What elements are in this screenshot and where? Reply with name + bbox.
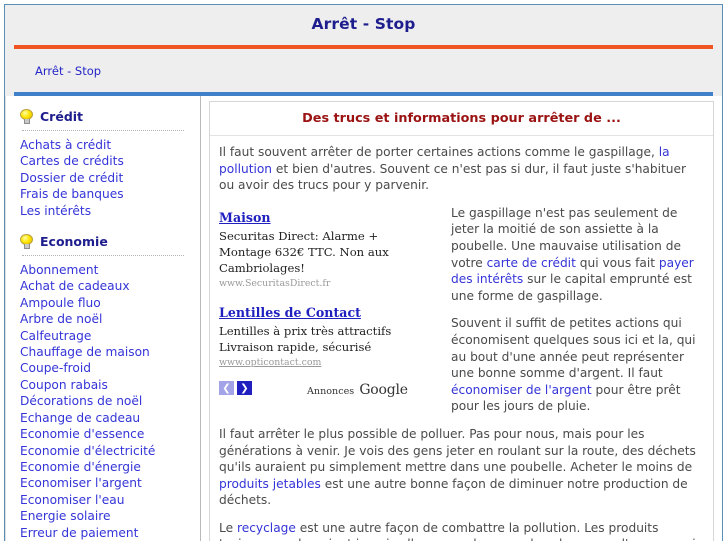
sidebar-list-credit: Achats à crédit Cartes de crédits Dossie… [6, 137, 200, 219]
sidebar-item-echange-de-cadeau[interactable]: Echange de cadeau [20, 410, 200, 426]
sidebar-item-frais-de-banques[interactable]: Frais de banques [20, 186, 200, 202]
sidebar-item-abonnement[interactable]: Abonnement [20, 262, 200, 278]
paragraph-intro: Il faut souvent arrêter de porter certai… [219, 144, 704, 194]
bottom-strip [0, 541, 727, 545]
sidebar-category-title: Economie [40, 234, 108, 250]
prev-arrow-icon[interactable]: ❮ [219, 381, 234, 396]
page-root: Arrêt - Stop Arrêt - Stop Crédit Achats … [0, 0, 727, 545]
sidebar-item-erreur-de-paiement[interactable]: Erreur de paiement [20, 525, 200, 541]
sidebar-item-economie-dessence[interactable]: Economie d'essence [20, 426, 200, 442]
list-item: Chauffage de maison [20, 344, 200, 360]
sidebar-item-economie-delectricite[interactable]: Economie d'électricité [20, 443, 200, 459]
sidebar-item-arbre-de-noel[interactable]: Arbre de noël [20, 311, 200, 327]
sidebar-item-coupon-rabais[interactable]: Coupon rabais [20, 377, 200, 393]
ad-line: Livraison rapide, sécurisé [219, 339, 372, 354]
content-card: Des trucs et informations pour arrêter d… [209, 101, 714, 545]
sidebar-category-credit: Crédit [6, 104, 200, 126]
list-item: Cartes de crédits [20, 153, 200, 169]
list-item: Dossier de crédit [20, 170, 200, 186]
text-run: et bien d'autres. Souvent ce n'est pas s… [219, 161, 687, 193]
list-item: Economie d'électricité [20, 443, 200, 459]
ad-title-maison[interactable]: Maison [219, 210, 271, 225]
sidebar: Crédit Achats à crédit Cartes de crédits… [5, 96, 201, 545]
list-item: Calfeutrage [20, 328, 200, 344]
ads-label-word-annonces: Annonces [307, 385, 355, 397]
site-title: Arrêt - Stop [311, 15, 416, 33]
text-run: Il faut arrêter le plus possible de poll… [219, 426, 696, 475]
ad-line: Securitas Direct: Alarme + [219, 228, 379, 243]
list-item: Ampoule fluo [20, 295, 200, 311]
sidebar-item-achats-a-credit[interactable]: Achats à crédit [20, 137, 200, 153]
list-item: Coupon rabais [20, 377, 200, 393]
list-item: Erreur de paiement [20, 525, 200, 541]
google-ads-block: Maison Securitas Direct: Alarme + Montag… [219, 207, 437, 398]
list-item: Les intérêts [20, 203, 200, 219]
sidebar-item-economiser-largent[interactable]: Economiser l'argent [20, 475, 200, 491]
ad-line: Cambriolages! [219, 260, 305, 275]
page-title: Des trucs et informations pour arrêter d… [210, 102, 713, 136]
site-header: Arrêt - Stop [5, 5, 722, 41]
main-content: Des trucs et informations pour arrêter d… [201, 96, 722, 545]
ad-url-securitasdirect[interactable]: www.SecuritasDirect.fr [219, 277, 437, 291]
sidebar-item-achat-de-cadeaux[interactable]: Achat de cadeaux [20, 278, 200, 294]
link-carte-de-credit[interactable]: carte de crédit [487, 256, 576, 270]
list-item: Economie d'énergie [20, 459, 200, 475]
sidebar-item-economie-denergie[interactable]: Economie d'énergie [20, 459, 200, 475]
next-arrow-icon[interactable]: ❯ [237, 381, 252, 396]
link-produits-jetables[interactable]: produits jetables [219, 477, 321, 491]
text-run: Il faut souvent arrêter de porter certai… [219, 145, 659, 159]
text-run: Le [219, 520, 237, 535]
sidebar-list-economie: Abonnement Achat de cadeaux Ampoule fluo… [6, 262, 200, 545]
list-item: Energie solaire [20, 508, 200, 524]
sidebar-item-economiser-leau[interactable]: Economiser l'eau [20, 492, 200, 508]
sidebar-item-calfeutrage[interactable]: Calfeutrage [20, 328, 200, 344]
list-item: Economiser l'eau [20, 492, 200, 508]
list-item: Abonnement [20, 262, 200, 278]
breadcrumb-bar: Arrêt - Stop [5, 49, 722, 92]
ad-url-opticontact[interactable]: www.opticontact.com [219, 356, 437, 370]
sidebar-category-divider [22, 255, 184, 257]
text-run: qui vous fait [575, 255, 659, 270]
ad-spacer [219, 291, 437, 302]
ad-footer: ❮ ❯ Annonces Google [219, 379, 437, 398]
body-split: Crédit Achats à crédit Cartes de crédits… [5, 96, 722, 545]
link-recyclage[interactable]: recyclage [237, 521, 296, 535]
sidebar-category-title: Crédit [40, 109, 84, 124]
google-ads-label: Annonces Google [307, 379, 408, 398]
lightbulb-icon [20, 109, 33, 124]
ads-label-word-google: Google [359, 381, 408, 398]
list-item: Economie d'essence [20, 426, 200, 442]
paragraph-polluer: Il faut arrêter le plus possible de poll… [219, 426, 704, 509]
breadcrumb-link[interactable]: Arrêt - Stop [35, 64, 101, 78]
sidebar-category-divider [22, 130, 184, 131]
link-economiser-de-largent[interactable]: économiser de l'argent [451, 383, 592, 397]
article-body: Il faut souvent arrêter de porter certai… [210, 136, 713, 545]
list-item: Achat de cadeaux [20, 278, 200, 294]
ad-line: Lentilles à prix très attractifs [219, 323, 392, 338]
text-run: Souvent il suffit de petites actions qui… [451, 316, 696, 381]
sidebar-item-les-interets[interactable]: Les intérêts [20, 203, 200, 219]
list-item: Achats à crédit [20, 137, 200, 153]
sidebar-item-energie-solaire[interactable]: Energie solaire [20, 508, 200, 524]
ad-line: Montage 632€ TTC. Non aux [219, 244, 389, 259]
sidebar-item-ampoule-fluo[interactable]: Ampoule fluo [20, 295, 200, 311]
sidebar-item-cartes-de-credits[interactable]: Cartes de crédits [20, 153, 200, 169]
sidebar-item-decorations-de-noel[interactable]: Décorations de noël [20, 393, 200, 409]
sidebar-category-economie: Economie [6, 229, 200, 251]
sidebar-item-dossier-de-credit[interactable]: Dossier de crédit [20, 170, 200, 186]
list-item: Echange de cadeau [20, 410, 200, 426]
list-item: Arbre de noël [20, 311, 200, 327]
ad-title-lentilles-de-contact[interactable]: Lentilles de Contact [219, 305, 361, 320]
list-item: Coupe-froid [20, 360, 200, 376]
lightbulb-icon [20, 234, 33, 250]
sidebar-item-coupe-froid[interactable]: Coupe-froid [20, 360, 200, 376]
list-item: Décorations de noël [20, 393, 200, 409]
list-item: Economiser l'argent [20, 475, 200, 491]
sidebar-item-chauffage-de-maison[interactable]: Chauffage de maison [20, 344, 200, 360]
list-item: Frais de banques [20, 186, 200, 202]
browser-frame: Arrêt - Stop Arrêt - Stop Crédit Achats … [4, 4, 723, 545]
